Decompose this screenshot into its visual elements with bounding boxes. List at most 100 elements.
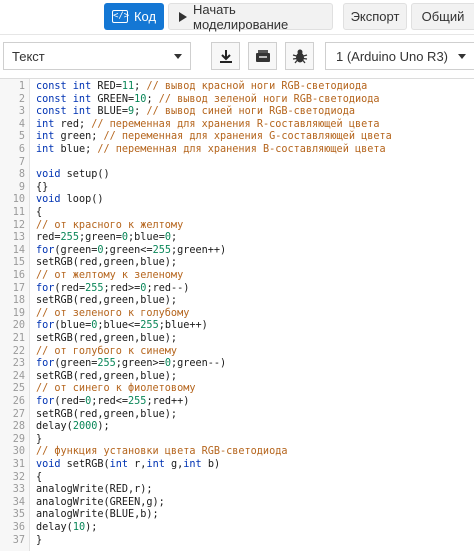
code-token: for (36, 244, 55, 256)
code-token: ; (134, 81, 147, 92)
code-line[interactable]: 21 setRGB(red,green,blue); (0, 333, 474, 346)
code-text: analogWrite(BLUE,b); (36, 509, 159, 522)
line-number: 22 (12, 345, 25, 357)
line-number: 15 (12, 257, 25, 269)
share-label: Общий (421, 9, 465, 24)
code-line[interactable]: 3 const int BLUE=9; // вывод синей ноги R… (0, 106, 474, 119)
code-line[interactable]: 6 int blue; // переменная для хранения B-… (0, 144, 474, 157)
code-line[interactable]: 32 { (0, 472, 474, 485)
code-token: analogWrite(BLUE,b); (36, 509, 159, 521)
code-line[interactable]: 5 int green; // переменная для хранения G… (0, 131, 474, 144)
code-line[interactable]: 20 for(blue=0;blue<=255;blue++) (0, 320, 474, 333)
code-button-label: Код (133, 9, 157, 24)
code-line[interactable]: 15 setRGB(red,green,blue); (0, 257, 474, 270)
code-line[interactable]: 23 for(green=255;green>=0;green--) (0, 358, 474, 371)
code-token: BLUE= (97, 106, 129, 118)
code-token: // от красного к желтому (36, 219, 184, 231)
library-button[interactable] (248, 42, 277, 70)
line-number: 20 (12, 320, 25, 332)
code-token: ; (170, 232, 178, 244)
code-token: analogWrite(GREEN,g); (36, 496, 165, 508)
code-line[interactable]: 14 for(green=0;green<=255;green++) (0, 245, 474, 258)
code-line[interactable]: 9 {} (0, 182, 474, 195)
code-token: ;blue++) (158, 320, 208, 332)
code-token: setRGB(red,green,blue); (36, 370, 178, 382)
editor-toolbar: Текст 1 (Arduino Uno R3) (0, 35, 474, 79)
export-button[interactable]: Экспорт (343, 3, 407, 30)
code-line[interactable]: 27 setRGB(red,green,blue); (0, 409, 474, 422)
code-line[interactable]: 29} (0, 434, 474, 447)
code-line[interactable]: 17 for(red=255;red>=0;red--) (0, 283, 474, 296)
code-token: setRGB(red,green,blue); (36, 333, 178, 344)
code-line[interactable]: 33 analogWrite(RED,r); (0, 484, 474, 497)
code-token: 255 (85, 282, 104, 294)
code-token: ;green++) (170, 244, 227, 256)
download-icon (219, 49, 232, 63)
start-simulation-button[interactable]: Начать моделирование (168, 2, 333, 32)
code-line[interactable]: 4 int red; // переменная для хранения R-с… (0, 119, 474, 132)
share-button[interactable]: Общий (411, 3, 474, 30)
code-token: // от синего к фиолетовому (36, 383, 196, 395)
download-button[interactable] (211, 42, 240, 70)
code-line[interactable]: 12 // от красного к желтому (0, 220, 474, 233)
line-number: 33 (12, 484, 25, 496)
code-token: // от голубого к синему (36, 345, 178, 357)
code-token: GREEN= (97, 93, 135, 105)
code-token: // функция установки цвета RGB-светодиод… (36, 446, 288, 458)
code-token: loop() (66, 194, 104, 206)
code-token: const int (36, 81, 98, 92)
code-line[interactable]: 16 // от желтому к зеленому (0, 270, 474, 283)
code-editor[interactable]: 1 const int RED=11; // вывод красной ноги… (0, 79, 474, 551)
code-line[interactable]: 8 void setup() (0, 169, 474, 182)
code-line[interactable]: 22 // от голубого к синему (0, 346, 474, 359)
export-label: Экспорт (350, 9, 400, 24)
debug-bug-icon (292, 49, 307, 64)
code-text: // от голубого к синему (36, 346, 177, 359)
code-line[interactable]: 18 setRGB(red,green,blue); (0, 295, 474, 308)
code-token: (blue= (54, 320, 92, 332)
play-icon (179, 11, 187, 22)
code-button[interactable]: </> Код (104, 3, 164, 30)
code-token: r, (134, 459, 147, 470)
code-token: for (36, 282, 55, 294)
device-value: 1 (Arduino Uno R3) (336, 48, 448, 64)
code-token: int (36, 118, 61, 130)
code-text: const int BLUE=9; // вывод синей ноги RG… (36, 106, 355, 119)
debugger-button[interactable] (285, 42, 314, 70)
code-line[interactable]: 19 // от зеленого к голубому (0, 308, 474, 321)
code-token: 10 (72, 522, 86, 533)
code-line[interactable]: 37} (0, 535, 474, 548)
code-token: delay( (36, 522, 73, 533)
code-line[interactable]: 1 const int RED=11; // вывод красной ноги… (0, 81, 474, 94)
line-number: 6 (18, 144, 25, 155)
code-line[interactable]: 11 { (0, 207, 474, 220)
code-mode-select[interactable]: Текст (3, 42, 191, 70)
line-number: 12 (12, 219, 25, 231)
code-line[interactable]: 31 void setRGB(int r,int g,int b) (0, 459, 474, 472)
code-line[interactable]: 28 delay(2000); (0, 421, 474, 434)
code-line[interactable]: 2 const int GREEN=10; // вывод зеленой но… (0, 94, 474, 107)
line-number: 9 (18, 181, 25, 193)
code-line[interactable]: 35 analogWrite(BLUE,b); (0, 509, 474, 522)
code-text: red=255;green=0;blue=0; (36, 232, 177, 245)
code-line[interactable]: 26 for(red=0;red<=255;red++) (0, 396, 474, 409)
code-line[interactable]: 24 setRGB(red,green,blue); (0, 371, 474, 384)
line-number: 11 (12, 207, 25, 218)
code-line[interactable]: 36 delay(10); (0, 522, 474, 535)
code-line[interactable]: 30 // функция установки цвета RGB-светоди… (0, 446, 474, 459)
code-line[interactable]: 10 void loop() (0, 194, 474, 207)
code-token: int (109, 459, 135, 470)
code-line[interactable]: 25 // от синего к фиолетовому (0, 383, 474, 396)
line-number: 36 (12, 522, 25, 533)
device-select[interactable]: 1 (Arduino Uno R3) (325, 42, 474, 70)
code-line[interactable]: 13 red=255;green=0;blue=0; (0, 232, 474, 245)
code-token: { (36, 207, 43, 218)
code-line[interactable]: 7 (0, 157, 474, 170)
line-number: 13 (12, 232, 25, 244)
code-token: RED= (97, 81, 122, 92)
code-text: for(green=0;green<=255;green++) (36, 245, 226, 258)
code-token: // от желтому к зеленому (36, 270, 184, 281)
code-text: int red; // переменная для хранения R-со… (36, 119, 380, 132)
code-line[interactable]: 34 analogWrite(GREEN,g); (0, 497, 474, 510)
code-token: 11 (121, 81, 135, 92)
